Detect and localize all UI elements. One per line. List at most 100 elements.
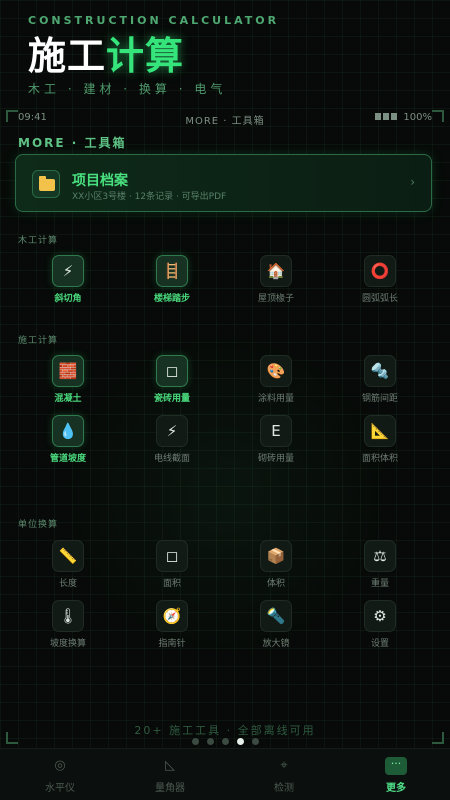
tool-label: 砌砖用量 bbox=[257, 454, 294, 464]
signal-icon bbox=[375, 112, 399, 123]
tool-triangle-ruler[interactable]: 📐 面积体积 bbox=[328, 415, 432, 464]
page-dot[interactable] bbox=[236, 738, 244, 745]
brick-wall-icon: Ε bbox=[260, 415, 292, 447]
frame-corner bbox=[6, 110, 18, 122]
app-categories: 木工 · 建材 · 换算 · 电气 bbox=[28, 82, 227, 96]
page-dot[interactable] bbox=[206, 738, 214, 745]
status-center-label: MORE · 工具箱 bbox=[185, 116, 265, 127]
bottom-tab-bar: ◎ 水平仪 ◺ 量角器 ⌖ 检测 ··· 更多 bbox=[0, 748, 450, 800]
tool-label: 楼梯踏步 bbox=[153, 294, 190, 304]
tool-compass[interactable]: 🧭 指南针 bbox=[120, 600, 224, 649]
page-dot[interactable] bbox=[221, 738, 229, 745]
battery-text: 100% bbox=[403, 112, 432, 123]
tab-probe[interactable]: ⌖ 检测 bbox=[228, 755, 340, 794]
tool-lightning[interactable]: ⚡ 电线截面 bbox=[120, 415, 224, 464]
tool-thermometer[interactable]: 🌡 坡度换算 bbox=[16, 600, 120, 649]
scale-icon: ⚖ bbox=[364, 540, 396, 572]
tool-label: 设置 bbox=[370, 639, 389, 649]
app-title-white: 施工 bbox=[28, 34, 107, 78]
tool-droplet[interactable]: 💧 管道坡度 bbox=[16, 415, 120, 464]
frame-corner bbox=[432, 110, 444, 122]
tool-gear[interactable]: ⚙ 设置 bbox=[328, 600, 432, 649]
thermometer-icon: 🌡 bbox=[52, 600, 84, 632]
chevron-right-icon: › bbox=[410, 175, 415, 189]
tool-label: 放大镜 bbox=[262, 639, 290, 649]
tool-label: 指南针 bbox=[158, 639, 186, 649]
tool-lightning[interactable]: ⚡ 斜切角 bbox=[16, 255, 120, 304]
tool-label: 圆弧弧长 bbox=[361, 294, 398, 304]
tool-bolt[interactable]: 🔩 钢筋间距 bbox=[328, 355, 432, 404]
tool-palette[interactable]: 🎨 涂料用量 bbox=[224, 355, 328, 404]
tool-flashlight[interactable]: 🔦 放大镜 bbox=[224, 600, 328, 649]
tab-more[interactable]: ··· 更多 bbox=[340, 755, 450, 794]
ladder-icon: 🪜 bbox=[156, 255, 188, 287]
tab-label: 量角器 bbox=[155, 783, 185, 794]
ring-icon: ⭕ bbox=[364, 255, 396, 287]
tool-label: 混凝土 bbox=[54, 394, 82, 404]
status-bar: 09:41 MORE · 工具箱 100% bbox=[18, 112, 432, 127]
protractor-icon: ◺ bbox=[165, 758, 175, 773]
tile-icon: ◻ bbox=[156, 355, 188, 387]
tool-label: 斜切角 bbox=[54, 294, 82, 304]
tool-scale[interactable]: ⚖ 重量 bbox=[328, 540, 432, 589]
lightning-icon: ⚡ bbox=[52, 255, 84, 287]
square-icon: ◻ bbox=[156, 540, 188, 572]
tool-brick-wall[interactable]: Ε 砌砖用量 bbox=[224, 415, 328, 464]
tool-label: 面积 bbox=[162, 579, 181, 589]
project-title: 项目档案 bbox=[72, 173, 128, 189]
tool-label: 长度 bbox=[58, 579, 77, 589]
tool-house[interactable]: 🏠 屋顶椽子 bbox=[224, 255, 328, 304]
tool-box[interactable]: 📦 体积 bbox=[224, 540, 328, 589]
tool-label: 钢筋间距 bbox=[361, 394, 398, 404]
tool-label: 涂料用量 bbox=[257, 394, 294, 404]
tool-ring[interactable]: ⭕ 圆弧弧长 bbox=[328, 255, 432, 304]
tool-brick[interactable]: 🧱 混凝土 bbox=[16, 355, 120, 404]
gear-icon: ⚙ bbox=[364, 600, 396, 632]
page-dot[interactable] bbox=[191, 738, 199, 745]
brick-icon: 🧱 bbox=[52, 355, 84, 387]
project-archive-card[interactable]: 项目档案 XX小区3号楼 · 12条记录 · 可导出PDF › bbox=[15, 154, 432, 212]
tool-label: 重量 bbox=[370, 579, 389, 589]
more-icon: ··· bbox=[385, 757, 407, 775]
compass-icon: 🧭 bbox=[156, 600, 188, 632]
tool-square[interactable]: ◻ 面积 bbox=[120, 540, 224, 589]
group-label-woodwork: 木工计算 bbox=[18, 236, 59, 246]
house-icon: 🏠 bbox=[260, 255, 292, 287]
flashlight-icon: 🔦 bbox=[260, 600, 292, 632]
lightning-icon: ⚡ bbox=[156, 415, 188, 447]
bolt-icon: 🔩 bbox=[364, 355, 396, 387]
tool-label: 电线截面 bbox=[153, 454, 190, 464]
tool-ruler[interactable]: 📏 长度 bbox=[16, 540, 120, 589]
group-label-construction: 施工计算 bbox=[18, 336, 59, 346]
probe-icon: ⌖ bbox=[280, 758, 288, 773]
ruler-icon: 📏 bbox=[52, 540, 84, 572]
level-icon: ◎ bbox=[54, 758, 66, 773]
section-title: MORE · 工具箱 bbox=[18, 136, 127, 150]
tab-label: 水平仪 bbox=[45, 783, 75, 794]
tool-label: 管道坡度 bbox=[49, 454, 86, 464]
triangle-ruler-icon: 📐 bbox=[364, 415, 396, 447]
folder-icon bbox=[32, 170, 60, 198]
tab-label: 检测 bbox=[274, 783, 294, 794]
droplet-icon: 💧 bbox=[52, 415, 84, 447]
page-indicator bbox=[0, 730, 450, 749]
tool-label: 瓷砖用量 bbox=[153, 394, 190, 404]
app-title: 施工计算 bbox=[28, 32, 184, 80]
tool-ladder[interactable]: 🪜 楼梯踏步 bbox=[120, 255, 224, 304]
tab-protractor[interactable]: ◺ 量角器 bbox=[114, 755, 226, 794]
box-icon: 📦 bbox=[260, 540, 292, 572]
app-subtitle-label: CONSTRUCTION CALCULATOR bbox=[28, 14, 280, 27]
palette-icon: 🎨 bbox=[260, 355, 292, 387]
project-subtitle: XX小区3号楼 · 12条记录 · 可导出PDF bbox=[72, 192, 227, 202]
tab-level[interactable]: ◎ 水平仪 bbox=[4, 755, 116, 794]
tool-label: 屋顶椽子 bbox=[257, 294, 294, 304]
tool-tile[interactable]: ◻ 瓷砖用量 bbox=[120, 355, 224, 404]
tool-label: 体积 bbox=[266, 579, 285, 589]
tab-label: 更多 bbox=[386, 783, 406, 794]
status-battery: 100% bbox=[375, 112, 432, 123]
tool-label: 坡度换算 bbox=[49, 639, 86, 649]
app-title-green: 计算 bbox=[106, 34, 185, 78]
page-dot[interactable] bbox=[251, 738, 259, 745]
tool-label: 面积体积 bbox=[361, 454, 398, 464]
group-label-units: 单位换算 bbox=[18, 520, 59, 530]
